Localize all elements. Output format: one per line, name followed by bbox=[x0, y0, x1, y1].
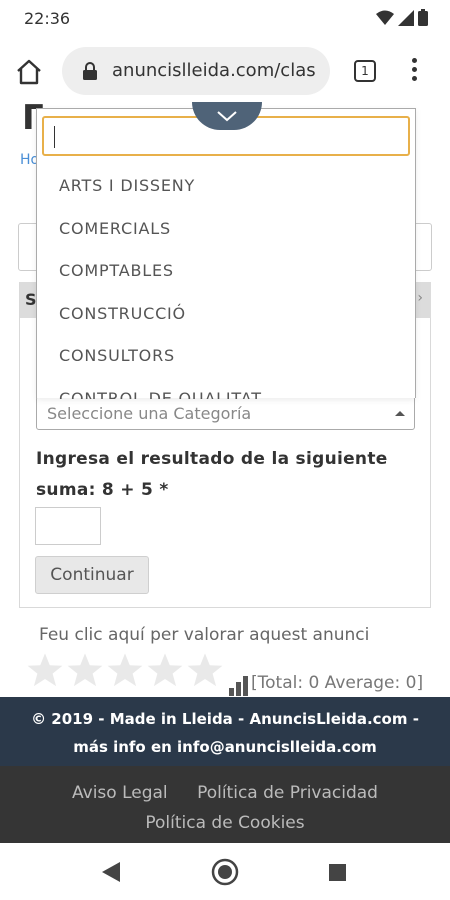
signal-icon bbox=[398, 9, 414, 26]
star-icon[interactable] bbox=[26, 651, 64, 689]
home-circle-icon[interactable] bbox=[211, 858, 239, 886]
dropdown-option[interactable]: ARTS I DISSENY bbox=[37, 165, 415, 208]
star-icon[interactable] bbox=[66, 651, 104, 689]
overflow-menu-icon[interactable] bbox=[410, 58, 418, 84]
star-icon[interactable] bbox=[146, 651, 184, 689]
browser-toolbar: anuncislleida.com/clas 1 bbox=[0, 38, 450, 104]
footer-links: Aviso Legal Política de Privacidad Polít… bbox=[0, 766, 450, 843]
footer-copyright: © 2019 - Made in Lleida - AnuncisLleida.… bbox=[0, 697, 450, 766]
dropdown-option[interactable]: CONTROL DE QUALITAT bbox=[37, 378, 415, 400]
category-dropdown: ARTS I DISSENY COMERCIALS COMPTABLES CON… bbox=[36, 108, 416, 399]
dropdown-options: ARTS I DISSENY COMERCIALS COMPTABLES CON… bbox=[37, 165, 415, 399]
screen: 22:36 anuncislleida.com/clas 1 Г Ho S › bbox=[0, 0, 450, 900]
continue-button[interactable]: Continuar bbox=[35, 556, 149, 594]
url-text: anuncislleida.com/clas bbox=[112, 60, 316, 81]
battery-icon bbox=[418, 9, 428, 26]
caret-up-icon bbox=[395, 411, 405, 416]
bar-chart-icon bbox=[229, 676, 248, 696]
footer-link-privacy[interactable]: Política de Privacidad bbox=[197, 783, 378, 803]
back-icon[interactable] bbox=[102, 862, 120, 882]
text-cursor bbox=[54, 126, 55, 148]
home-icon[interactable] bbox=[14, 58, 44, 86]
footer-copyright-line2: más info en info@anuncislleida.com bbox=[73, 738, 377, 756]
rating-stars bbox=[26, 651, 224, 689]
wifi-icon bbox=[376, 10, 394, 25]
footer-copyright-line1: © 2019 - Made in Lleida - AnuncisLleida.… bbox=[31, 710, 419, 728]
captcha-answer-input[interactable] bbox=[35, 507, 101, 545]
status-bar: 22:36 bbox=[0, 0, 450, 38]
status-time: 22:36 bbox=[24, 9, 71, 28]
dropdown-option[interactable]: COMERCIALS bbox=[37, 208, 415, 251]
rate-prompt: Feu clic aquí per valorar aquest anunci bbox=[39, 625, 370, 645]
category-select-placeholder: Seleccione una Categoría bbox=[47, 404, 252, 423]
star-icon[interactable] bbox=[186, 651, 224, 689]
status-icons bbox=[376, 9, 428, 26]
section-header-text: S bbox=[25, 290, 37, 309]
footer-link-legal[interactable]: Aviso Legal bbox=[72, 783, 168, 803]
section-header-arrow-icon: › bbox=[417, 290, 423, 306]
dropdown-option[interactable]: COMPTABLES bbox=[37, 250, 415, 293]
dropdown-option[interactable]: CONSULTORS bbox=[37, 335, 415, 378]
system-nav-bar bbox=[0, 843, 450, 900]
recents-icon[interactable] bbox=[329, 864, 346, 881]
chevron-down-icon bbox=[217, 111, 237, 122]
tab-switcher-button[interactable]: 1 bbox=[354, 60, 376, 82]
rating-stats: [Total: 0 Average: 0] bbox=[251, 673, 424, 693]
lock-icon bbox=[83, 62, 97, 80]
dropdown-option[interactable]: CONSTRUCCIÓ bbox=[37, 293, 415, 336]
category-select[interactable]: Seleccione una Categoría bbox=[36, 396, 415, 430]
captcha-question: Ingresa el resultado de la siguiente sum… bbox=[36, 449, 388, 500]
address-bar[interactable]: anuncislleida.com/clas bbox=[62, 47, 330, 95]
star-icon[interactable] bbox=[106, 651, 144, 689]
footer-link-cookies[interactable]: Política de Cookies bbox=[0, 808, 450, 838]
